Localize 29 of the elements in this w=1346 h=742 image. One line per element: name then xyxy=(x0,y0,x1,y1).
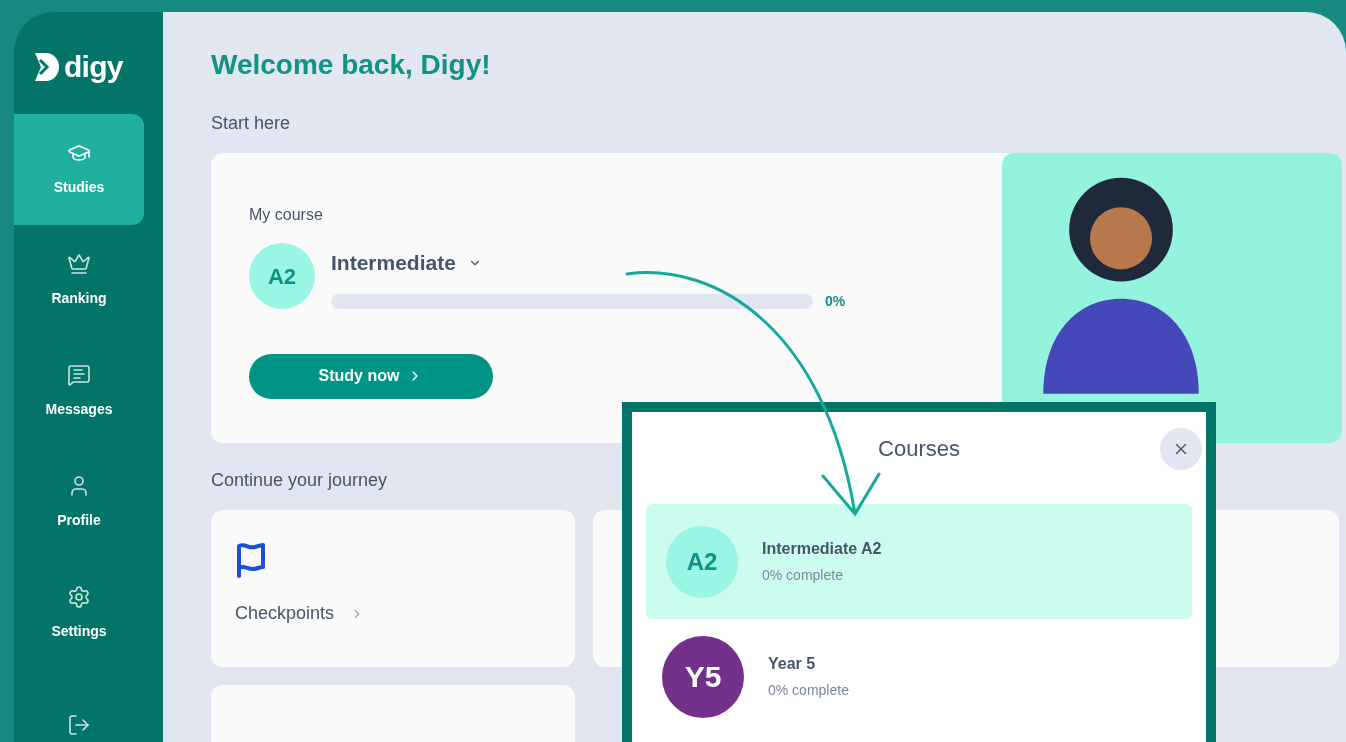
settings-icon xyxy=(67,585,91,609)
logout-icon xyxy=(67,712,91,737)
card-label: Checkpoints xyxy=(235,602,335,625)
section-heading: Continue your journey xyxy=(211,469,389,492)
course-name: Year 5 xyxy=(768,654,817,674)
course-badge: A2 xyxy=(249,243,315,309)
logo-icon xyxy=(34,52,60,82)
sidebar-item[interactable]: Profile xyxy=(14,447,144,558)
study-now-button[interactable]: Study now xyxy=(249,353,493,399)
chat-icon xyxy=(67,363,91,387)
journey-card[interactable]: Checkpoints xyxy=(211,510,575,667)
course-badge: A2 xyxy=(666,525,738,598)
section-label: My course xyxy=(249,205,324,225)
logo-text: digy xyxy=(64,52,123,82)
dialog-title: Courses xyxy=(878,435,960,463)
course-progress: 0% complete xyxy=(768,681,849,700)
course-name: Intermediate A2 xyxy=(762,539,882,559)
course-selector[interactable]: Intermediate xyxy=(331,247,846,279)
sidebar-item[interactable]: Messages xyxy=(14,336,144,447)
page-title: Welcome back, Digy! xyxy=(211,48,492,82)
progress-percent: 0% xyxy=(825,291,846,311)
sidebar-item[interactable]: Settings xyxy=(14,558,144,669)
section-heading: Start here xyxy=(211,112,292,135)
course-badge: Y5 xyxy=(662,635,744,718)
course-option[interactable]: A2 Intermediate A2 0% complete xyxy=(646,504,1192,619)
sidebar-item[interactable]: Ranking xyxy=(14,225,144,336)
crown-icon xyxy=(67,252,91,276)
close-button[interactable] xyxy=(1160,428,1202,470)
course-progress: 0% complete xyxy=(762,566,844,585)
